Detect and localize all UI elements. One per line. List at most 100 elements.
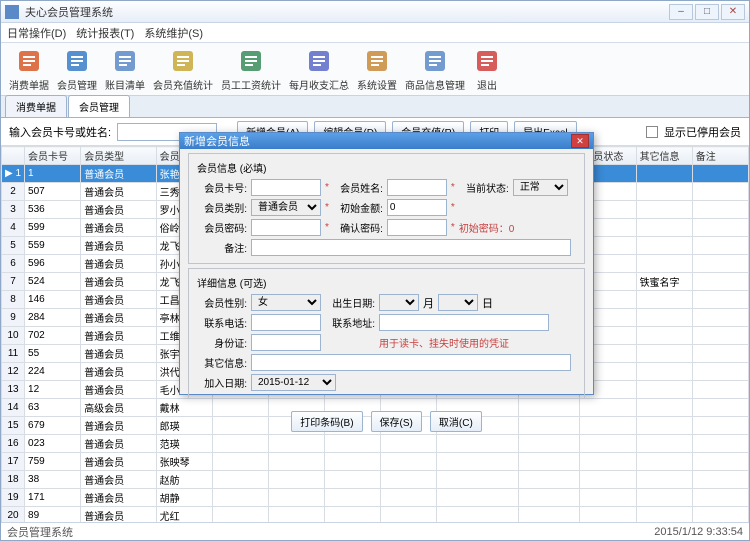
phone-input[interactable] — [251, 314, 321, 331]
cell: 63 — [25, 399, 81, 417]
cell: 普通会员 — [81, 327, 156, 345]
cell — [692, 327, 748, 345]
save-button[interactable]: 保存(S) — [371, 411, 422, 432]
dialog-close-button[interactable]: ✕ — [571, 134, 589, 148]
cell: 普通会员 — [81, 291, 156, 309]
phone-label: 联系电话: — [197, 315, 247, 330]
col-header[interactable]: 会员类型 — [81, 147, 156, 165]
cell — [692, 417, 748, 435]
cell — [580, 489, 636, 507]
toolbar-salary[interactable]: 员工工资统计 — [221, 47, 281, 92]
card-input[interactable] — [251, 179, 321, 196]
cell — [636, 255, 692, 273]
cell: 普通会员 — [81, 417, 156, 435]
cell — [692, 183, 748, 201]
toolbar-label: 员工工资统计 — [221, 77, 281, 92]
row-num: 20 — [2, 507, 25, 523]
idcard-input[interactable] — [251, 334, 321, 351]
toolbar-goods[interactable]: 商品信息管理 — [405, 47, 465, 92]
sex-select[interactable]: 女 — [251, 294, 321, 311]
cell: 023 — [25, 435, 81, 453]
tab-consume[interactable]: 消费单据 — [5, 95, 67, 117]
showstop-checkbox[interactable] — [646, 126, 658, 138]
cell — [636, 453, 692, 471]
col-header[interactable]: 会员卡号 — [25, 147, 81, 165]
account-icon — [111, 47, 139, 75]
toolbar-member[interactable]: 会员管理 — [57, 47, 97, 92]
addr-input[interactable] — [379, 314, 549, 331]
cell — [437, 489, 518, 507]
cancel-button[interactable]: 取消(C) — [430, 411, 482, 432]
name-input[interactable] — [387, 179, 447, 196]
table-row[interactable]: 2089普通会员尤红 — [2, 507, 749, 523]
cell: 55 — [25, 345, 81, 363]
cell — [636, 165, 692, 183]
print-barcode-button[interactable]: 打印条码(B) — [291, 411, 362, 432]
pwd-input[interactable] — [251, 219, 321, 236]
tab-member[interactable]: 会员管理 — [68, 95, 130, 117]
cell — [325, 471, 381, 489]
pwd2-input[interactable] — [387, 219, 447, 236]
maximize-button[interactable]: □ — [695, 4, 719, 20]
cell — [268, 453, 324, 471]
toolbar-consume[interactable]: 消费单据 — [9, 47, 49, 92]
cell: 普通会员 — [81, 507, 156, 523]
showstop-label: 显示已停用会员 — [664, 124, 741, 140]
other-input[interactable] — [251, 354, 571, 371]
cell: 普通会员 — [81, 489, 156, 507]
cell — [692, 471, 748, 489]
cell — [381, 489, 437, 507]
menu-report[interactable]: 统计报表(T) — [76, 25, 134, 41]
dialog-titlebar: 新增会员信息 ✕ — [180, 133, 593, 149]
cell: 559 — [25, 237, 81, 255]
cell: 38 — [25, 471, 81, 489]
toolbar-settings[interactable]: 系统设置 — [357, 47, 397, 92]
col-header[interactable]: 备注 — [692, 147, 748, 165]
menu-sys[interactable]: 系统维护(S) — [144, 25, 203, 41]
cell — [636, 381, 692, 399]
table-row[interactable]: 16023普通会员范瑛 — [2, 435, 749, 453]
menu-daily[interactable]: 日常操作(D) — [7, 25, 66, 41]
cell — [212, 435, 268, 453]
cell — [636, 309, 692, 327]
cell: 张映琴 — [156, 453, 212, 471]
cell: 尤红 — [156, 507, 212, 523]
cell — [212, 453, 268, 471]
table-row[interactable]: 19171普通会员胡静 — [2, 489, 749, 507]
col-header[interactable] — [2, 147, 25, 165]
birth-month-select[interactable] — [379, 294, 419, 311]
cell: 范瑛 — [156, 435, 212, 453]
cell — [636, 489, 692, 507]
cell — [268, 471, 324, 489]
close-button[interactable]: ✕ — [721, 4, 745, 20]
initmoney-input[interactable] — [387, 199, 447, 216]
row-num: 17 — [2, 453, 25, 471]
birth-day-select[interactable] — [438, 294, 478, 311]
status-select[interactable]: 正常 — [513, 179, 568, 196]
minimize-button[interactable]: – — [669, 4, 693, 20]
cell: 赵舫 — [156, 471, 212, 489]
toolbar-exit[interactable]: 退出 — [473, 47, 501, 92]
cell — [636, 291, 692, 309]
cell — [692, 309, 748, 327]
col-header[interactable]: 其它信息 — [636, 147, 692, 165]
toolbar-monthly[interactable]: 每月收支汇总 — [289, 47, 349, 92]
monthly-icon — [305, 47, 333, 75]
cell: 普通会员 — [81, 219, 156, 237]
row-num: 6 — [2, 255, 25, 273]
tabstrip: 消费单据 会员管理 — [1, 96, 749, 118]
toolbar-account[interactable]: 账目清单 — [105, 47, 145, 92]
cell: 536 — [25, 201, 81, 219]
join-date-select[interactable]: 2015-01-12 — [251, 374, 336, 391]
day-label: 日 — [482, 295, 493, 311]
month-label: 月 — [423, 295, 434, 311]
type-select[interactable]: 普通会员 — [251, 199, 321, 216]
req-star: * — [325, 202, 329, 213]
toolbar-recharge[interactable]: 会员充值统计 — [153, 47, 213, 92]
remark-input[interactable] — [251, 239, 571, 256]
table-row[interactable]: 17759普通会员张映琴 — [2, 453, 749, 471]
table-row[interactable]: 1838普通会员赵舫 — [2, 471, 749, 489]
cell — [636, 219, 692, 237]
cell: 普通会员 — [81, 273, 156, 291]
cell: 284 — [25, 309, 81, 327]
